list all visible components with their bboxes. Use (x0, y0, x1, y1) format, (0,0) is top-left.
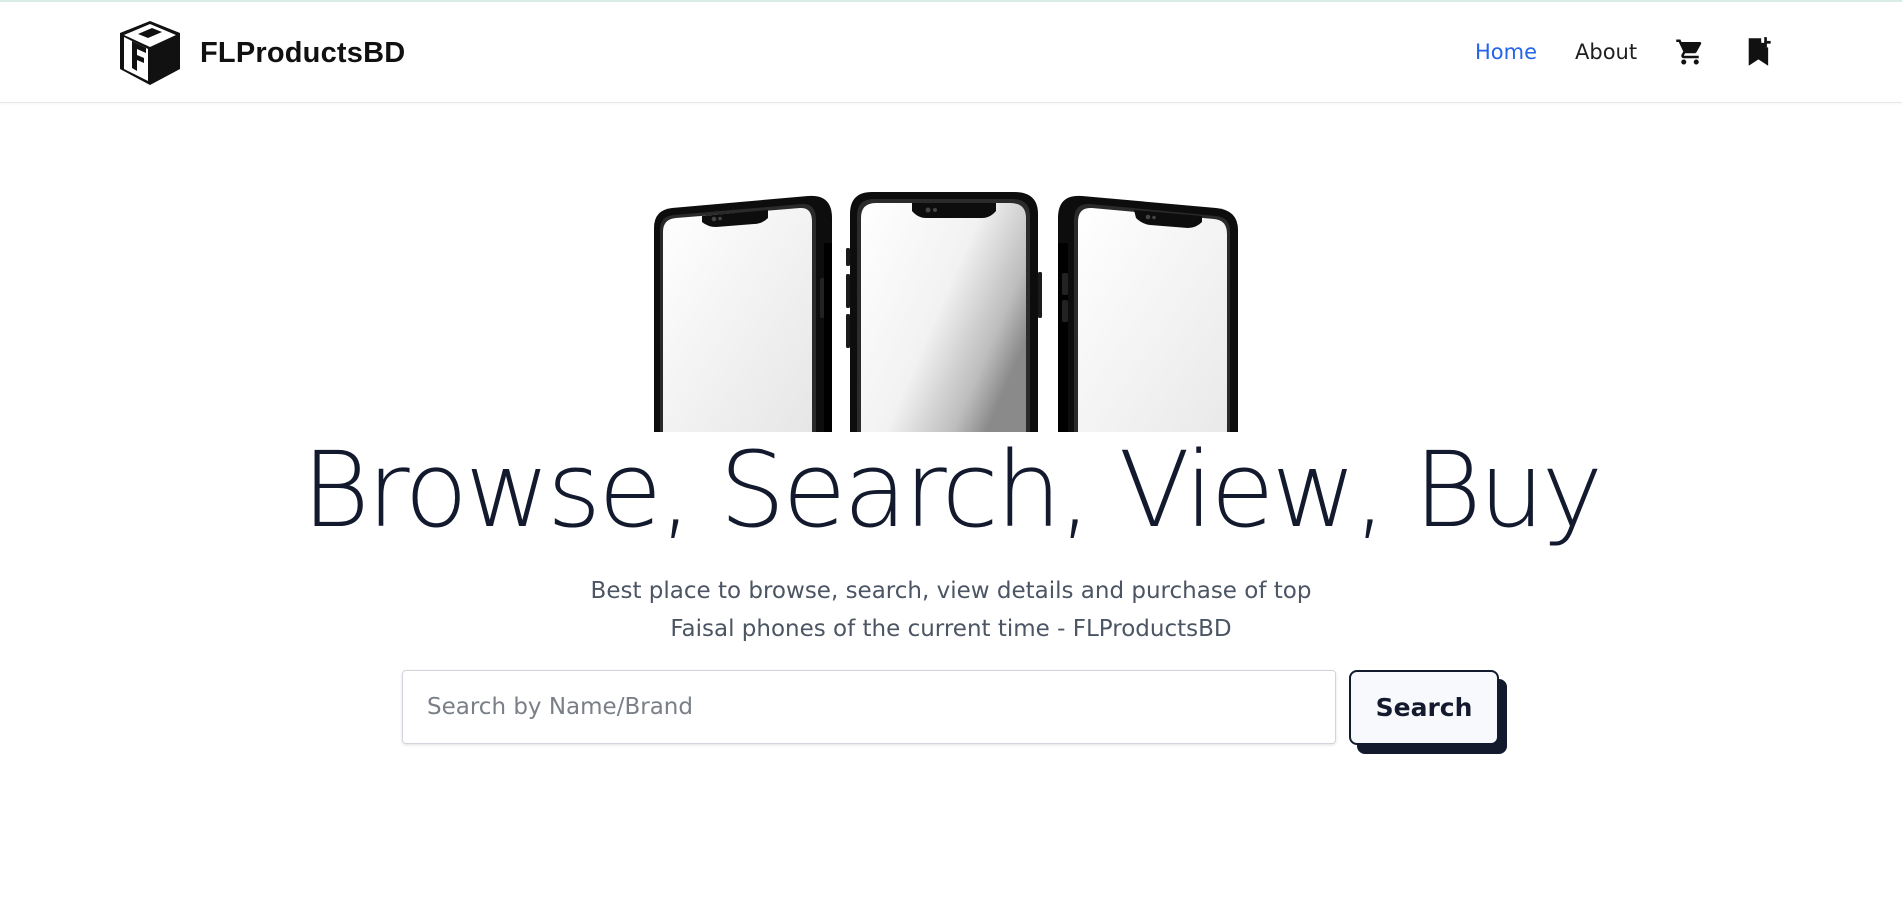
search-button[interactable]: Search (1349, 670, 1499, 745)
hero-title: Browse, Search, View, Buy (301, 429, 1603, 551)
search-button-wrapper: Search (1349, 670, 1507, 754)
fl-cube-logo-icon (118, 19, 182, 87)
shopping-cart-icon[interactable] (1675, 37, 1705, 67)
three-smartphones-image (650, 188, 1250, 432)
bookmark-add-icon[interactable] (1745, 36, 1773, 68)
brand-name: FLProductsBD (200, 36, 406, 69)
brand[interactable]: FLProductsBD (118, 18, 405, 88)
hero-subtitle: Best place to browse, search, view detai… (551, 572, 1351, 648)
hero-subtitle-line-2: Faisal phones of the current time - FLPr… (670, 616, 1232, 642)
hero-subtitle-line-1: Best place to browse, search, view detai… (590, 578, 1312, 604)
nav-home-link[interactable]: Home (1475, 40, 1537, 64)
nav-links: Home About (1460, 2, 1773, 102)
nav-about-link[interactable]: About (1575, 40, 1637, 64)
navbar: FLProductsBD Home About (0, 2, 1902, 103)
search-input[interactable] (402, 670, 1336, 744)
